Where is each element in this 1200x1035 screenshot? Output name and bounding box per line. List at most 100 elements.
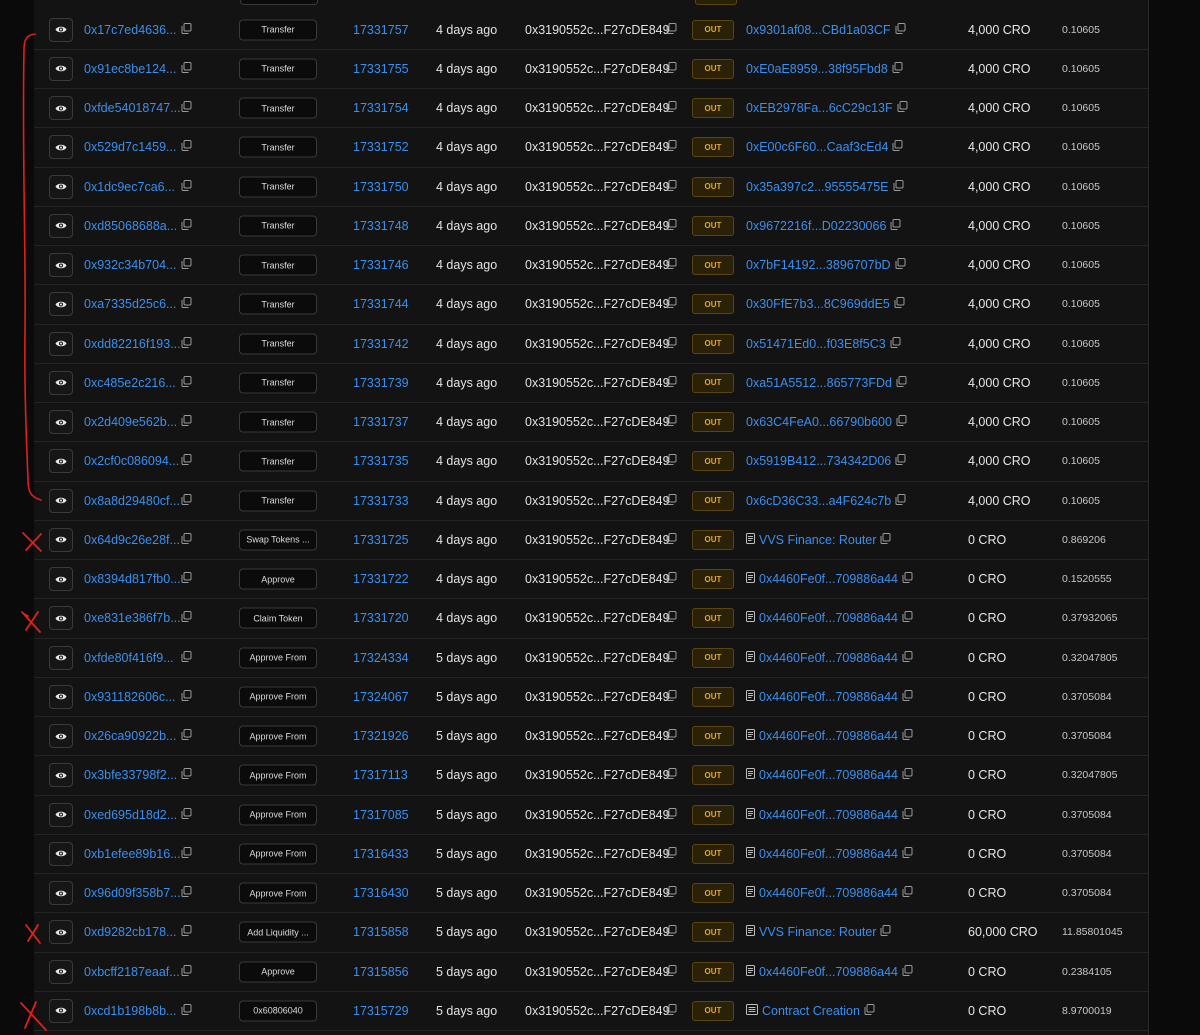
view-details-button[interactable] (49, 998, 73, 1023)
to-address-link[interactable]: 0xa51A5512...865773FDd (746, 376, 892, 390)
to-address-link[interactable]: 0x4460Fe0f...709886a44 (759, 808, 898, 822)
copy-hash-button[interactable] (181, 963, 192, 981)
copy-hash-button[interactable] (181, 217, 192, 235)
tx-hash-link[interactable]: 0xa7335d25c6... (84, 297, 176, 311)
tx-hash-link[interactable]: 0x2cf0c086094... (84, 454, 179, 468)
block-link[interactable]: 17331755 (353, 62, 409, 76)
block-link[interactable]: 17315858 (353, 925, 409, 939)
tx-hash-link[interactable]: 0x91ec8be124... (84, 62, 176, 76)
copy-from-button[interactable] (666, 60, 677, 78)
view-details-button[interactable] (49, 920, 73, 945)
view-details-button[interactable] (49, 802, 73, 827)
to-address-link[interactable]: 0x51471Ed0...f03E8f5C3 (746, 337, 886, 351)
to-address-link[interactable]: 0x6cD36C33...a4F624c7b (746, 494, 891, 508)
copy-hash-button[interactable] (181, 374, 192, 392)
copy-hash-button[interactable] (181, 727, 192, 745)
view-details-button[interactable] (49, 174, 73, 199)
copy-from-button[interactable] (666, 374, 677, 392)
copy-to-button[interactable] (896, 375, 907, 390)
copy-hash-button[interactable] (181, 570, 192, 588)
to-address-link[interactable]: 0x4460Fe0f...709886a44 (759, 847, 898, 861)
view-details-button[interactable] (49, 488, 73, 513)
block-link[interactable]: 17331742 (353, 337, 409, 351)
block-link[interactable]: 17331735 (353, 454, 409, 468)
copy-to-button[interactable] (895, 493, 906, 508)
tx-hash-link[interactable]: 0xfde54018747... (84, 101, 181, 115)
copy-to-button[interactable] (892, 140, 903, 154)
view-details-button[interactable] (49, 370, 73, 395)
tx-hash-link[interactable]: 0x26ca90922b... (84, 729, 176, 743)
view-details-button[interactable] (49, 96, 73, 121)
copy-to-button[interactable] (902, 768, 913, 782)
view-details-button[interactable] (49, 527, 73, 552)
copy-from-button[interactable] (666, 688, 677, 706)
copy-hash-button[interactable] (181, 138, 192, 156)
copy-from-button[interactable] (666, 256, 677, 274)
copy-to-button[interactable] (902, 611, 913, 625)
block-link[interactable]: 17331750 (353, 180, 409, 194)
copy-to-button[interactable] (902, 689, 913, 704)
block-link[interactable]: 17324067 (353, 690, 409, 704)
tx-hash-link[interactable]: 0x529d7c1459... (84, 140, 176, 154)
copy-to-button[interactable] (902, 729, 913, 743)
copy-hash-button[interactable] (181, 766, 192, 784)
view-details-button[interactable] (49, 606, 73, 631)
tx-hash-link[interactable]: 0xcd1b198b8b... (84, 1004, 176, 1018)
copy-hash-button[interactable] (181, 335, 192, 353)
copy-hash-button[interactable] (181, 649, 192, 667)
copy-to-button[interactable] (897, 101, 908, 115)
copy-from-button[interactable] (666, 413, 677, 431)
copy-to-button[interactable] (864, 1003, 875, 1018)
block-link[interactable]: 17331737 (353, 415, 409, 429)
copy-hash-button[interactable] (181, 60, 192, 78)
to-address-link[interactable]: 0x4460Fe0f...709886a44 (759, 965, 898, 979)
copy-from-button[interactable] (666, 21, 677, 39)
view-details-button[interactable] (49, 410, 73, 435)
block-link[interactable]: 17315729 (353, 1004, 409, 1018)
block-link[interactable]: 17317113 (353, 768, 408, 782)
view-details-button[interactable] (49, 645, 73, 670)
copy-to-button[interactable] (895, 22, 906, 37)
block-link[interactable]: 17316430 (353, 886, 409, 900)
tx-hash-link[interactable]: 0x8394d817fb0... (84, 572, 181, 586)
tx-hash-link[interactable]: 0xc485e2c216... (84, 376, 176, 390)
copy-to-button[interactable] (880, 532, 891, 547)
block-link[interactable]: 17321926 (353, 729, 409, 743)
block-link[interactable]: 17331748 (353, 219, 409, 233)
tx-hash-link[interactable]: 0xdd82216f193... (84, 337, 181, 351)
view-details-button[interactable] (49, 959, 73, 984)
copy-to-button[interactable] (890, 336, 901, 351)
copy-to-button[interactable] (902, 964, 913, 979)
copy-from-button[interactable] (666, 99, 677, 117)
block-link[interactable]: 17331757 (353, 23, 409, 37)
copy-from-button[interactable] (666, 806, 677, 824)
to-address-link[interactable]: 0x7bF14192...3896707bD (746, 258, 891, 272)
copy-from-button[interactable] (666, 570, 677, 588)
block-link[interactable]: 17331725 (353, 533, 409, 547)
view-details-button[interactable] (49, 135, 73, 160)
copy-to-button[interactable] (890, 218, 901, 233)
block-link[interactable]: 17331739 (353, 376, 409, 390)
copy-to-button[interactable] (893, 179, 904, 194)
copy-to-button[interactable] (902, 886, 913, 900)
tx-hash-link[interactable]: 0x17c7ed4636... (84, 23, 176, 37)
copy-hash-button[interactable] (181, 923, 192, 941)
copy-from-button[interactable] (666, 138, 677, 156)
tx-hash-link[interactable]: 0xed695d18d2... (84, 808, 177, 822)
copy-hash-button[interactable] (181, 256, 192, 274)
copy-from-button[interactable] (666, 335, 677, 353)
block-link[interactable]: 17331720 (353, 611, 409, 625)
view-details-button[interactable] (49, 17, 73, 42)
block-link[interactable]: 17331746 (353, 258, 409, 272)
to-address-link[interactable]: 0x9672216f...D02230066 (746, 219, 886, 233)
block-link[interactable]: 17331754 (353, 101, 409, 115)
copy-from-button[interactable] (666, 295, 677, 313)
to-address-link[interactable]: 0x9301af08...CBd1a03CF (746, 23, 891, 37)
to-address-link[interactable]: 0x4460Fe0f...709886a44 (759, 886, 898, 900)
copy-from-button[interactable] (666, 452, 677, 470)
copy-from-button[interactable] (666, 923, 677, 941)
to-address-link[interactable]: 0x4460Fe0f...709886a44 (759, 690, 898, 704)
block-link[interactable]: 17331752 (353, 140, 409, 154)
view-details-button[interactable] (49, 449, 73, 474)
view-details-button[interactable] (49, 331, 73, 356)
